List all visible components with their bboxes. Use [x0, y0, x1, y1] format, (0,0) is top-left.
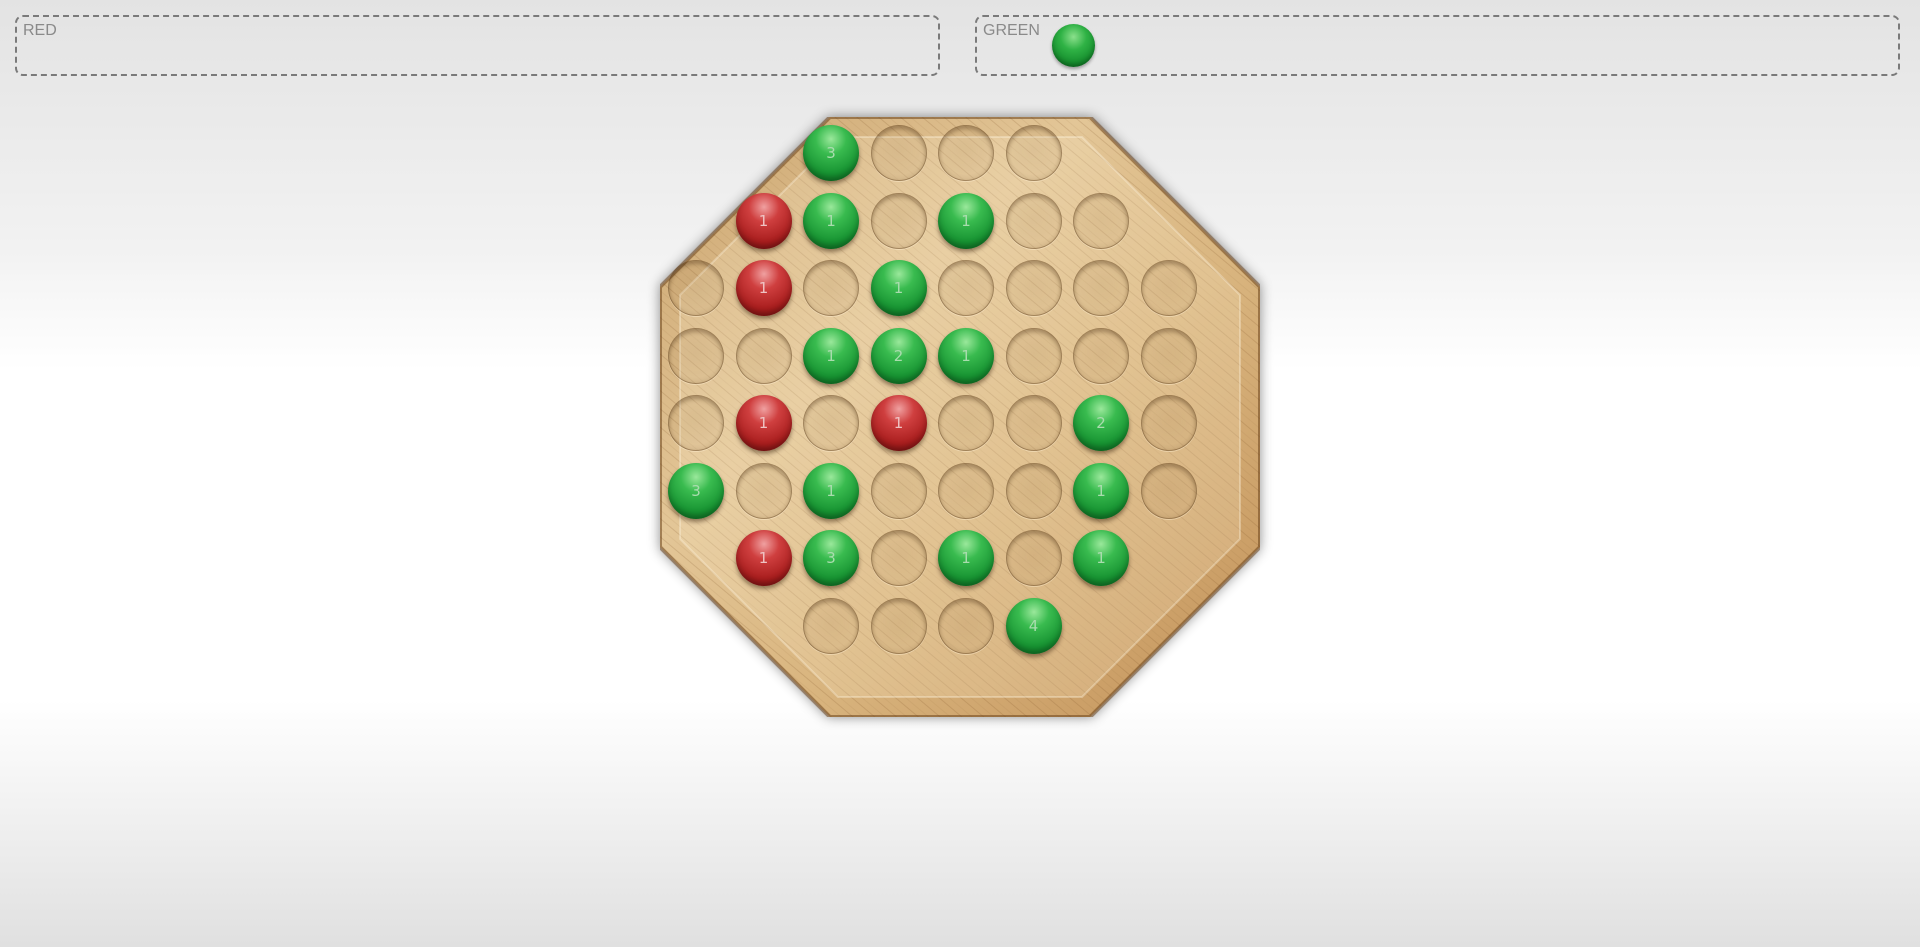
stack-count: 2: [1096, 414, 1106, 432]
green-stack[interactable]: 2: [870, 327, 927, 384]
player-label-red: RED: [23, 22, 57, 39]
stack-count: 1: [826, 481, 836, 500]
red-stack[interactable]: 1: [735, 192, 792, 249]
stack-count: 1: [758, 211, 769, 230]
empty-hole[interactable]: [870, 192, 927, 249]
empty-hole[interactable]: [938, 597, 994, 654]
green-stack[interactable]: 1: [803, 327, 859, 384]
empty-hole[interactable]: [803, 597, 859, 654]
green-stack[interactable]: 1: [803, 192, 859, 249]
stack-count: 1: [826, 211, 836, 230]
empty-hole[interactable]: [803, 260, 859, 316]
empty-hole[interactable]: [735, 462, 792, 519]
empty-hole[interactable]: [1073, 192, 1129, 249]
empty-hole[interactable]: [735, 327, 792, 384]
empty-hole[interactable]: [1140, 395, 1197, 451]
empty-hole[interactable]: [938, 395, 994, 451]
empty-hole[interactable]: [1005, 395, 1062, 451]
stack-count: 1: [893, 279, 904, 297]
empty-hole[interactable]: [870, 462, 927, 519]
green-stack[interactable]: 1: [803, 462, 859, 519]
stack-count: 3: [826, 549, 836, 567]
stack-count: 1: [961, 346, 971, 365]
stack-count: 4: [1028, 616, 1039, 635]
green-stack[interactable]: 4: [1005, 597, 1062, 654]
empty-hole[interactable]: [1140, 260, 1197, 316]
empty-hole[interactable]: [870, 597, 927, 654]
empty-hole[interactable]: [668, 260, 724, 316]
green-stack[interactable]: 1: [938, 192, 994, 249]
empty-hole[interactable]: [1140, 462, 1197, 519]
stack-count: 1: [893, 414, 904, 432]
stack-count: 3: [826, 144, 836, 162]
green-stack[interactable]: 1: [1073, 462, 1129, 519]
red-stack[interactable]: 1: [870, 395, 927, 451]
empty-hole[interactable]: [1005, 260, 1062, 316]
stack-count: 1: [961, 211, 971, 230]
stack-count: 1: [961, 549, 971, 567]
empty-hole[interactable]: [938, 462, 994, 519]
empty-hole[interactable]: [938, 260, 994, 316]
empty-hole[interactable]: [1005, 462, 1062, 519]
game-board: 3 1 1 1 1 1 1 2 1 1 1 2 3 1 1 1 3 1 1 4: [660, 117, 1260, 717]
green-stack[interactable]: 3: [803, 125, 859, 181]
green-stack[interactable]: 2: [1073, 395, 1129, 451]
green-stack[interactable]: 1: [938, 327, 994, 384]
empty-hole[interactable]: [668, 395, 724, 451]
empty-hole[interactable]: [1140, 327, 1197, 384]
player-panel-green: GREEN: [975, 15, 1900, 76]
green-stack[interactable]: 1: [870, 260, 927, 316]
player-label-green: GREEN: [983, 22, 1040, 39]
stack-count: 1: [826, 346, 836, 365]
green-stack[interactable]: 3: [668, 462, 724, 519]
stack-count: 1: [1096, 549, 1106, 567]
empty-hole[interactable]: [1005, 530, 1062, 586]
red-stack[interactable]: 1: [735, 395, 792, 451]
stack-count: 1: [758, 279, 769, 297]
empty-hole[interactable]: [1005, 125, 1062, 181]
empty-hole[interactable]: [1005, 192, 1062, 249]
stack-count: 1: [758, 549, 769, 567]
empty-hole[interactable]: [870, 125, 927, 181]
stack-count: 1: [1096, 481, 1106, 500]
green-stack[interactable]: 1: [938, 530, 994, 586]
empty-hole[interactable]: [1005, 327, 1062, 384]
red-stack[interactable]: 1: [735, 530, 792, 586]
empty-hole[interactable]: [803, 395, 859, 451]
empty-hole[interactable]: [668, 327, 724, 384]
empty-hole[interactable]: [1073, 260, 1129, 316]
green-stack[interactable]: 1: [1073, 530, 1129, 586]
stack-count: 3: [691, 481, 701, 500]
green-marble-icon: [1052, 24, 1095, 67]
empty-hole[interactable]: [870, 530, 927, 586]
green-stack[interactable]: 3: [803, 530, 859, 586]
stack-count: 1: [758, 414, 769, 432]
empty-hole[interactable]: [1073, 327, 1129, 384]
empty-hole[interactable]: [938, 125, 994, 181]
player-panel-red: RED: [15, 15, 940, 76]
stack-count: 2: [893, 346, 904, 365]
red-stack[interactable]: 1: [735, 260, 792, 316]
